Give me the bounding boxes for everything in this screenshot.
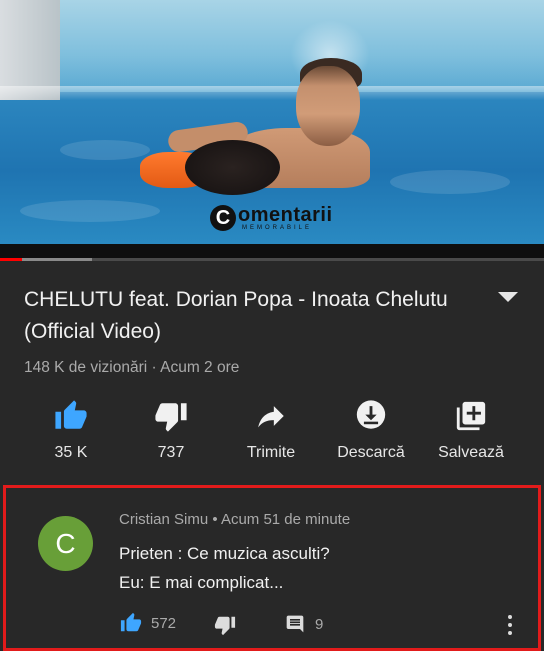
- like-button[interactable]: 35 K: [21, 398, 121, 462]
- save-label: Salvează: [438, 444, 504, 461]
- share-label: Trimite: [246, 444, 296, 461]
- player-bottom-bar: [0, 244, 544, 258]
- chevron-down-icon[interactable]: [497, 290, 519, 304]
- comment-icon: [286, 615, 304, 633]
- video-title[interactable]: CHELUTU feat. Dorian Popa - Inoata Chelu…: [24, 284, 474, 348]
- comment-text: Prieten : Ce muzica asculti? Eu: E mai c…: [119, 539, 330, 597]
- comment-reply-button[interactable]: 9: [284, 614, 323, 634]
- ripple: [60, 140, 150, 160]
- comment-dislike-button[interactable]: [213, 614, 237, 641]
- ripple: [390, 170, 510, 194]
- comment-author-meta[interactable]: Cristian Simu • Acum 51 de minute: [119, 511, 350, 528]
- thumbs-down-icon: [155, 403, 187, 432]
- dislike-count: 737: [157, 444, 185, 461]
- dislike-button[interactable]: 737: [121, 398, 221, 462]
- comment-like-button[interactable]: 572: [119, 612, 176, 634]
- more-options-icon[interactable]: [503, 614, 517, 636]
- like-count: 35 K: [54, 444, 88, 461]
- comment-actions: 572 9: [119, 612, 519, 638]
- action-row: 35 K 737 Trimite Descarcă Salvează: [0, 398, 544, 468]
- view-count-meta: 148 K de vizionări · Acum 2 ore: [24, 359, 240, 376]
- thumbs-down-icon: [214, 616, 236, 636]
- comment-line-2: Eu: E mai complicat...: [119, 573, 284, 592]
- progress-bar[interactable]: [0, 258, 544, 261]
- avatar[interactable]: C: [38, 516, 93, 571]
- thumbs-up-icon: [120, 612, 142, 632]
- pool-edge: [0, 0, 60, 100]
- share-icon: [258, 406, 284, 428]
- comment-line-1: Prieten : Ce muzica asculti?: [119, 544, 330, 563]
- man-head: [296, 66, 360, 146]
- video-player[interactable]: C omentarii MEMORABILE: [0, 0, 544, 244]
- thumbs-up-icon: [55, 400, 87, 429]
- dog: [185, 140, 280, 195]
- watermark-text: omentarii: [238, 204, 333, 226]
- watermark-logo: C omentarii MEMORABILE: [210, 200, 350, 236]
- comment-reply-count: 9: [315, 615, 324, 633]
- water-line: [0, 86, 544, 100]
- pool-wall: [0, 0, 544, 92]
- save-playlist-icon: [456, 401, 486, 431]
- ripple: [20, 200, 160, 222]
- save-button[interactable]: Salvează: [421, 398, 521, 462]
- download-label: Descarcă: [337, 444, 405, 461]
- comment-like-count: 572: [151, 614, 177, 632]
- share-button[interactable]: Trimite: [221, 398, 321, 462]
- progress-fill: [0, 258, 22, 261]
- download-button[interactable]: Descarcă: [321, 398, 421, 462]
- watermark-c: C: [210, 205, 236, 231]
- download-icon: [356, 400, 386, 429]
